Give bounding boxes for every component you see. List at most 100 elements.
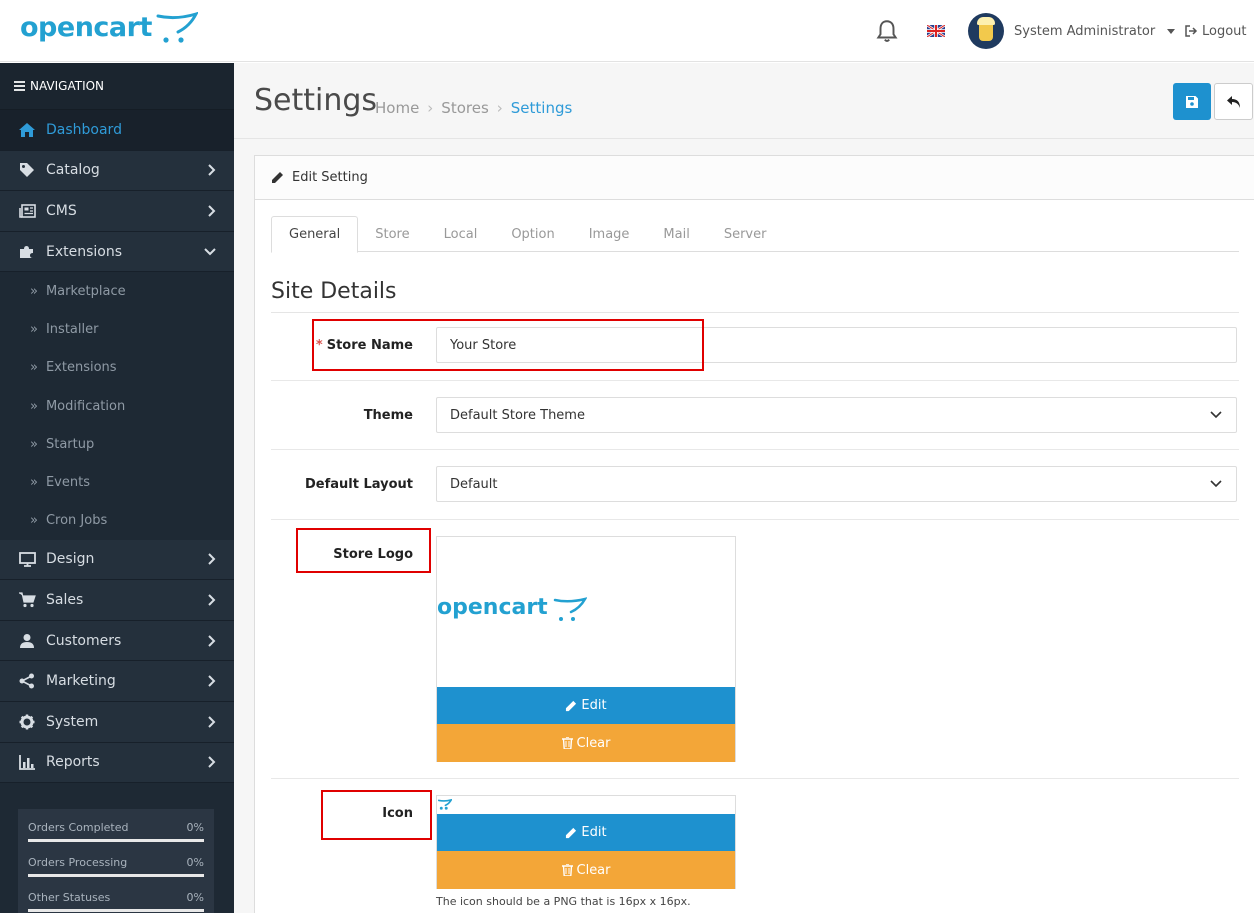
cart-logo-icon bbox=[553, 597, 587, 621]
pencil-icon bbox=[272, 172, 283, 183]
logout-label: Logout bbox=[1202, 23, 1247, 39]
progress-bar bbox=[28, 874, 204, 877]
stat-value: 0% bbox=[186, 821, 204, 834]
pencil-icon bbox=[566, 700, 577, 711]
chevron-down-icon bbox=[204, 247, 216, 255]
sidebar-item-label: Sales bbox=[46, 592, 84, 609]
tab-general[interactable]: General bbox=[271, 216, 359, 253]
chevron-right-icon bbox=[208, 675, 216, 687]
settings-tabs: General Store Local Option Image Mail Se… bbox=[271, 216, 1239, 253]
breadcrumb-stores[interactable]: Stores bbox=[441, 99, 488, 117]
tab-store[interactable]: Store bbox=[358, 216, 426, 252]
sidebar-item-label: Design bbox=[46, 551, 95, 568]
stat-label: Orders Completed bbox=[28, 821, 129, 834]
main-content: Settings Home › Stores › Settings Edit S… bbox=[234, 63, 1254, 913]
sidebar-item-catalog[interactable]: Catalog bbox=[0, 150, 234, 192]
highlight-box-icon bbox=[321, 790, 432, 840]
stat-orders-completed: Orders Completed 0% bbox=[28, 821, 204, 842]
notification-bell-icon[interactable] bbox=[874, 0, 900, 62]
sidebar-subitem-label: Installer bbox=[45, 322, 99, 338]
language-flag-icon[interactable] bbox=[927, 0, 945, 62]
store-logo-text: opencart bbox=[437, 595, 548, 620]
tab-image[interactable]: Image bbox=[572, 216, 647, 252]
sidebar-item-reports[interactable]: Reports bbox=[0, 742, 234, 784]
sign-out-icon bbox=[1185, 25, 1198, 37]
chevron-right-icon bbox=[208, 205, 216, 217]
icon-edit-button[interactable]: Edit bbox=[437, 814, 735, 851]
store-logo-edit-button[interactable]: Edit bbox=[437, 687, 735, 724]
stat-orders-processing: Orders Processing 0% bbox=[28, 856, 204, 877]
tab-server[interactable]: Server bbox=[707, 216, 784, 252]
store-logo-preview[interactable]: opencart bbox=[437, 537, 735, 687]
tab-option[interactable]: Option bbox=[494, 216, 571, 252]
sidebar-item-extensions[interactable]: Extensions bbox=[0, 231, 234, 273]
panel-title: Edit Setting bbox=[292, 170, 368, 185]
tab-mail[interactable]: Mail bbox=[646, 216, 706, 252]
highlight-box-store-name bbox=[312, 319, 704, 371]
floppy-disk-icon bbox=[1186, 95, 1198, 108]
sidebar-subitem-label: Events bbox=[45, 474, 90, 490]
page-title: Settings bbox=[254, 83, 378, 118]
theme-select-value: Default Store Theme bbox=[450, 407, 585, 423]
sidebar-subitem-label: Cron Jobs bbox=[45, 513, 108, 529]
navigation-toggle[interactable]: NAVIGATION bbox=[0, 63, 234, 110]
user-menu[interactable]: System Administrator bbox=[968, 0, 1176, 62]
breadcrumb-home[interactable]: Home bbox=[375, 99, 419, 117]
save-button[interactable] bbox=[1173, 83, 1211, 120]
sidebar-item-dashboard[interactable]: Dashboard bbox=[0, 110, 234, 151]
sidebar-item-label: Reports bbox=[46, 754, 100, 771]
icon-preview[interactable] bbox=[437, 796, 735, 814]
theme-select[interactable]: Default Store Theme bbox=[436, 397, 1237, 433]
sidebar-subitem-label: Marketplace bbox=[45, 283, 126, 299]
tag-icon bbox=[18, 161, 36, 179]
user-icon bbox=[18, 632, 36, 650]
breadcrumb-settings[interactable]: Settings bbox=[511, 99, 573, 117]
sidebar-subitem-installer[interactable]: » Installer bbox=[0, 310, 234, 349]
progress-bar bbox=[28, 909, 204, 912]
double-chevron-right-icon: » bbox=[30, 474, 38, 490]
chevron-right-icon bbox=[208, 594, 216, 606]
default-layout-select-value: Default bbox=[450, 476, 498, 492]
highlight-box-store-logo bbox=[296, 528, 431, 573]
newspaper-icon bbox=[18, 202, 36, 220]
chevron-right-icon bbox=[208, 756, 216, 769]
back-button[interactable] bbox=[1214, 83, 1253, 120]
cart-icon bbox=[18, 591, 36, 609]
icon-help-text: The icon should be a PNG that is 16px x … bbox=[436, 895, 691, 908]
default-layout-label: Default Layout bbox=[304, 477, 413, 492]
tab-local[interactable]: Local bbox=[427, 216, 495, 252]
sidebar-item-label: Customers bbox=[46, 632, 122, 649]
section-title: Site Details bbox=[271, 279, 397, 304]
sidebar-subitem-marketplace[interactable]: » Marketplace bbox=[0, 272, 234, 311]
reply-icon bbox=[1226, 95, 1240, 108]
sidebar-item-marketing[interactable]: Marketing bbox=[0, 661, 234, 703]
bars-icon bbox=[14, 81, 25, 91]
default-layout-select[interactable]: Default bbox=[436, 466, 1237, 502]
theme-label: Theme bbox=[363, 408, 413, 423]
sidebar-subitem-cron-jobs[interactable]: » Cron Jobs bbox=[0, 501, 234, 540]
home-icon bbox=[18, 121, 36, 139]
breadcrumb-separator: › bbox=[496, 99, 503, 117]
pencil-icon bbox=[566, 827, 577, 838]
sidebar-item-cms[interactable]: CMS bbox=[0, 191, 234, 232]
sidebar-item-label: System bbox=[46, 713, 99, 730]
chevron-down-icon bbox=[1210, 480, 1222, 488]
puzzle-icon bbox=[18, 243, 36, 261]
chevron-right-icon bbox=[208, 634, 216, 647]
sidebar-item-label: Extensions bbox=[46, 243, 123, 260]
sidebar-item-system[interactable]: System bbox=[0, 702, 234, 743]
sidebar-subitem-extensions[interactable]: » Extensions bbox=[0, 348, 234, 387]
cart-logo-icon bbox=[438, 799, 452, 810]
sidebar-item-customers[interactable]: Customers bbox=[0, 620, 234, 662]
stat-label: Orders Processing bbox=[28, 856, 128, 869]
sidebar-item-sales[interactable]: Sales bbox=[0, 580, 234, 621]
sidebar-item-design[interactable]: Design bbox=[0, 539, 234, 581]
logout-link[interactable]: Logout bbox=[1184, 0, 1247, 62]
icon-clear-button[interactable]: Clear bbox=[437, 851, 735, 889]
sidebar-subitem-startup[interactable]: » Startup bbox=[0, 425, 234, 464]
sidebar-subitem-events[interactable]: » Events bbox=[0, 463, 234, 502]
sidebar-item-label: Dashboard bbox=[46, 121, 122, 138]
logo-text: opencart bbox=[20, 12, 152, 43]
sidebar-subitem-modification[interactable]: » Modification bbox=[0, 386, 234, 426]
store-logo-clear-button[interactable]: Clear bbox=[437, 724, 735, 762]
